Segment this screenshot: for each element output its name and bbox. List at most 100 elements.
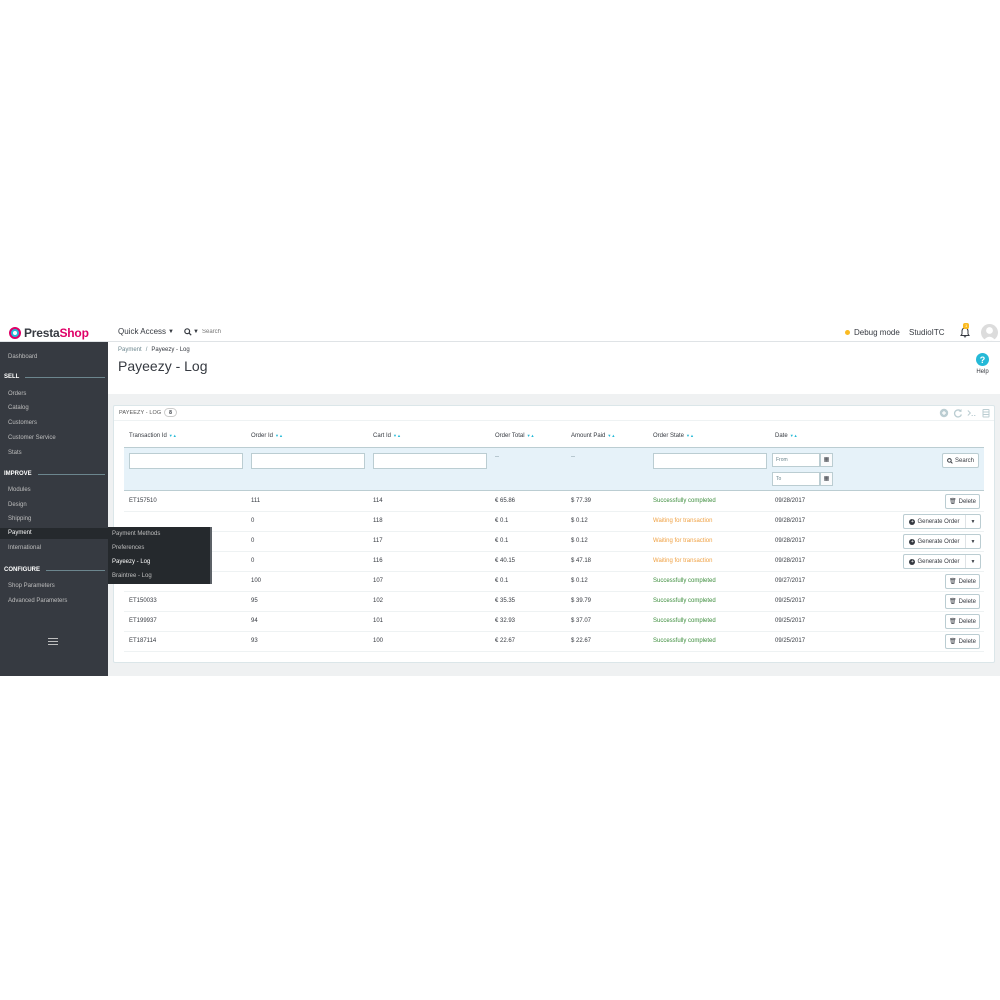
column-label: Transaction Id xyxy=(129,433,167,439)
cell-cart-id: 100 xyxy=(373,638,384,644)
plus-circle-icon: + xyxy=(909,518,916,525)
sidebar-item-international[interactable]: International xyxy=(8,545,41,551)
cell-date: 09/28/2017 xyxy=(775,518,806,524)
column-header-order-state[interactable]: Order State ▼▲ xyxy=(653,433,694,439)
delete-button[interactable]: 🗑 Delete xyxy=(945,594,980,609)
user-silhouette-icon xyxy=(983,327,996,341)
column-label: Order State xyxy=(653,433,685,439)
sort-arrows-icon[interactable]: ▼▲ xyxy=(790,433,798,438)
table-row: ET150033 95 102 € 35.35 $ 39.79 Successfully … xyxy=(124,592,984,612)
refresh-icon[interactable] xyxy=(953,408,963,418)
menu-collapse-icon[interactable] xyxy=(48,638,58,645)
submenu-item-payeezy-log[interactable]: Payeezy - Log xyxy=(112,559,150,565)
column-header-order-total[interactable]: Order Total ▼▲ xyxy=(495,433,535,439)
column-label: Date xyxy=(775,433,788,439)
cell-cart-id: 101 xyxy=(373,618,384,624)
column-header-transaction-id[interactable]: Transaction Id ▼▲ xyxy=(129,433,177,439)
cell-amount-paid: $ 0.12 xyxy=(571,538,588,544)
table-row: 100 107 € 0.1 $ 0.12 Successfully completed 0… xyxy=(124,572,984,592)
sidebar-section-improve: IMPROVE xyxy=(4,471,105,477)
sort-arrows-icon[interactable]: ▼▲ xyxy=(393,433,401,438)
calendar-icon[interactable]: ▦ xyxy=(820,453,833,467)
debug-mode-indicator[interactable]: Debug mode xyxy=(845,328,900,337)
cell-order-id: 111 xyxy=(251,498,261,504)
table-row: ET199937 94 101 € 32.93 $ 37.07 Successfully … xyxy=(124,612,984,632)
filter-cart-id-input[interactable] xyxy=(373,453,487,469)
prestashop-logo[interactable]: PrestaShop xyxy=(9,325,89,340)
submenu-item-payment-methods[interactable]: Payment Methods xyxy=(112,531,160,537)
question-mark-icon: ? xyxy=(976,353,989,366)
search-icon xyxy=(184,328,192,336)
sidebar-item-customers[interactable]: Customers xyxy=(8,420,37,426)
cell-cart-id: 114 xyxy=(373,498,383,504)
delete-button[interactable]: 🗑 Delete xyxy=(945,634,980,649)
sort-arrows-icon[interactable]: ▼▲ xyxy=(607,433,615,438)
sort-arrows-icon[interactable]: ▼▲ xyxy=(527,433,535,438)
generate-order-button[interactable]: + Generate Order xyxy=(904,555,966,568)
plus-circle-icon: + xyxy=(909,538,916,545)
column-header-cart-id[interactable]: Cart Id ▼▲ xyxy=(373,433,401,439)
generate-order-button[interactable]: + Generate Order xyxy=(904,535,966,548)
help-button[interactable]: ? Help xyxy=(976,353,989,375)
filter-date-from-input[interactable]: From xyxy=(772,453,820,467)
sql-query-icon[interactable] xyxy=(967,408,977,418)
cell-date: 09/28/2017 xyxy=(775,558,806,564)
sidebar-item-stats[interactable]: Stats xyxy=(8,450,22,456)
column-header-date[interactable]: Date ▼▲ xyxy=(775,433,798,439)
caret-down-icon[interactable]: ▼ xyxy=(966,539,980,545)
column-header-order-id[interactable]: Order Id ▼▲ xyxy=(251,433,283,439)
search-input[interactable] xyxy=(202,326,297,338)
submenu-item-braintree-log[interactable]: Braintree - Log xyxy=(112,573,152,579)
sort-arrows-icon[interactable]: ▼▲ xyxy=(275,433,283,438)
delete-button[interactable]: 🗑 Delete xyxy=(945,614,980,629)
cell-cart-id: 102 xyxy=(373,598,384,604)
sidebar-item-shop-parameters[interactable]: Shop Parameters xyxy=(8,583,55,589)
cell-date: 09/25/2017 xyxy=(775,618,806,624)
cell-order-total: € 0.1 xyxy=(495,538,509,544)
plus-circle-icon: + xyxy=(909,558,916,565)
sort-arrows-icon[interactable]: ▼▲ xyxy=(169,433,177,438)
column-header-amount-paid[interactable]: Amount Paid ▼▲ xyxy=(571,433,615,439)
sidebar-item-customer-service[interactable]: Customer Service xyxy=(8,435,56,441)
sidebar-item-advanced-parameters[interactable]: Advanced Parameters xyxy=(8,598,67,604)
trash-icon: 🗑 xyxy=(949,499,957,505)
cell-transaction-id: ET150033 xyxy=(129,598,157,604)
search-type-button[interactable]: ▼ xyxy=(184,328,202,336)
filter-date-to-input[interactable]: To xyxy=(772,472,820,486)
sidebar-item-orders[interactable]: Orders xyxy=(8,391,26,397)
quick-access-dropdown[interactable]: Quick Access ▼ xyxy=(118,327,174,336)
filter-order-id-input[interactable] xyxy=(251,453,365,469)
filter-transaction-id-input[interactable] xyxy=(129,453,243,469)
submenu-item-preferences[interactable]: Preferences xyxy=(112,545,144,551)
generate-order-button[interactable]: + Generate Order xyxy=(904,515,966,528)
sort-arrows-icon[interactable]: ▼▲ xyxy=(686,433,694,438)
logo-text: PrestaShop xyxy=(24,326,89,340)
add-icon[interactable] xyxy=(939,408,949,418)
sidebar-item-dashboard[interactable]: Dashboard xyxy=(8,354,37,360)
sidebar-item-payment[interactable]: Payment xyxy=(0,528,108,539)
cell-order-state: Waiting for transaction xyxy=(653,518,713,524)
prestashop-logo-icon xyxy=(9,326,21,339)
filter-search-button[interactable]: Search xyxy=(942,453,979,468)
employee-avatar[interactable] xyxy=(981,324,998,341)
section-divider xyxy=(25,376,105,378)
cell-amount-paid: $ 37.07 xyxy=(571,618,592,624)
caret-down-icon[interactable]: ▼ xyxy=(966,559,980,565)
sidebar-item-catalog[interactable]: Catalog xyxy=(8,405,29,411)
delete-button[interactable]: 🗑 Delete xyxy=(945,574,980,589)
breadcrumb-parent[interactable]: Payment xyxy=(118,347,142,353)
sidebar-item-modules[interactable]: Modules xyxy=(8,487,31,493)
shop-name-link[interactable]: StudioITC xyxy=(909,328,945,337)
calendar-icon[interactable]: ▦ xyxy=(820,472,833,486)
section-divider xyxy=(46,569,105,571)
section-divider xyxy=(37,473,105,475)
caret-down-icon[interactable]: ▼ xyxy=(966,519,980,525)
cell-order-id: 0 xyxy=(251,538,255,544)
delete-label: Delete xyxy=(958,638,976,645)
sidebar-item-design[interactable]: Design xyxy=(8,502,27,508)
cell-order-id: 100 xyxy=(251,578,262,584)
database-icon[interactable] xyxy=(981,408,991,418)
sidebar-item-shipping[interactable]: Shipping xyxy=(8,516,31,522)
filter-order-state-input[interactable] xyxy=(653,453,767,469)
delete-button[interactable]: 🗑 Delete xyxy=(945,494,980,509)
